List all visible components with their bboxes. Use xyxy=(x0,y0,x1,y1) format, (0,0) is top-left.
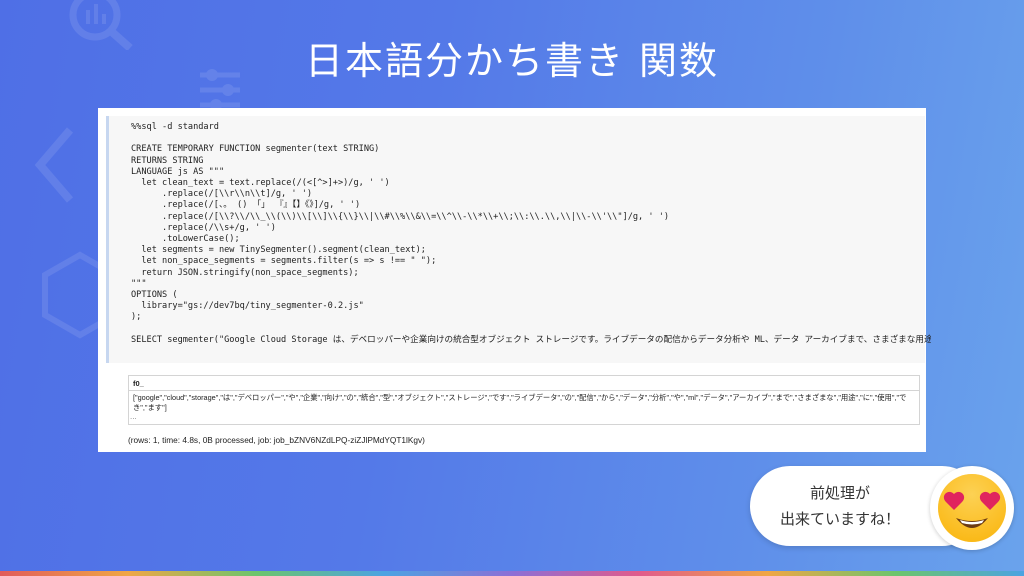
notebook-panel: %%sql -d standard CREATE TEMPORARY FUNCT… xyxy=(98,108,931,452)
table-row: ["google","cloud","storage","は","デベロッパー"… xyxy=(129,391,919,415)
result-cell-continued: き","ます"] xyxy=(133,403,167,412)
code-line: RETURNS STRING xyxy=(131,155,204,166)
code-editor[interactable]: %%sql -d standard CREATE TEMPORARY FUNCT… xyxy=(131,122,931,346)
heart-eyes-emoji-icon xyxy=(938,474,1006,542)
bubble-line-1: 前処理が xyxy=(809,484,870,502)
slide-title: 日本語分かち書き 関数 xyxy=(304,39,720,83)
code-line: .replace(/[\\?\\/\\_\\(\\)\\[\\]\\{\\}\\… xyxy=(131,211,670,222)
avatar xyxy=(930,466,1014,550)
code-line: return JSON.stringify(non_space_segments… xyxy=(131,267,359,278)
query-status: (rows: 1, time: 4.8s, 0B processed, job:… xyxy=(128,435,425,445)
code-cell[interactable]: %%sql -d standard CREATE TEMPORARY FUNCT… xyxy=(106,116,931,363)
code-line: SELECT segmenter("Google Cloud Storage は… xyxy=(131,334,931,345)
code-line: CREATE TEMPORARY FUNCTION segmenter(text… xyxy=(131,144,380,155)
more-rows-indicator[interactable]: ... xyxy=(130,412,137,421)
code-line: let non_space_segments = segments.filter… xyxy=(131,256,437,267)
code-line: let segments = new TinySegmenter().segme… xyxy=(131,245,426,256)
result-cell: ["google","cloud","storage","は","デベロッパー"… xyxy=(133,393,907,402)
code-line: OPTIONS ( xyxy=(131,290,178,301)
code-brackets-icon xyxy=(34,127,74,203)
column-header: f0_ xyxy=(129,376,919,391)
code-line: .toLowerCase(); xyxy=(131,234,240,245)
code-line: LANGUAGE js AS """ xyxy=(131,166,225,177)
bubble-line-2: 出来ていますね！ xyxy=(779,510,900,528)
code-line: ); xyxy=(131,312,142,323)
code-line: .replace(/\\s+/g, ' ') xyxy=(131,222,276,233)
code-line: let clean_text = text.replace(/(<[^>]+>)… xyxy=(131,178,390,189)
code-line: .replace(/[\\r\\n\\t]/g, ' ') xyxy=(131,189,313,200)
color-bar xyxy=(0,571,1024,576)
code-line: library="gs://dev7bq/tiny_segmenter-0.2.… xyxy=(131,301,364,312)
code-line: .replace(/[、。 () 「」 『』【】《》]/g, ' ') xyxy=(131,200,361,211)
query-result-table: f0_ ["google","cloud","storage","は","デベロ… xyxy=(128,375,920,425)
code-line: %%sql -d standard xyxy=(131,122,219,132)
code-line: """ xyxy=(131,278,147,289)
